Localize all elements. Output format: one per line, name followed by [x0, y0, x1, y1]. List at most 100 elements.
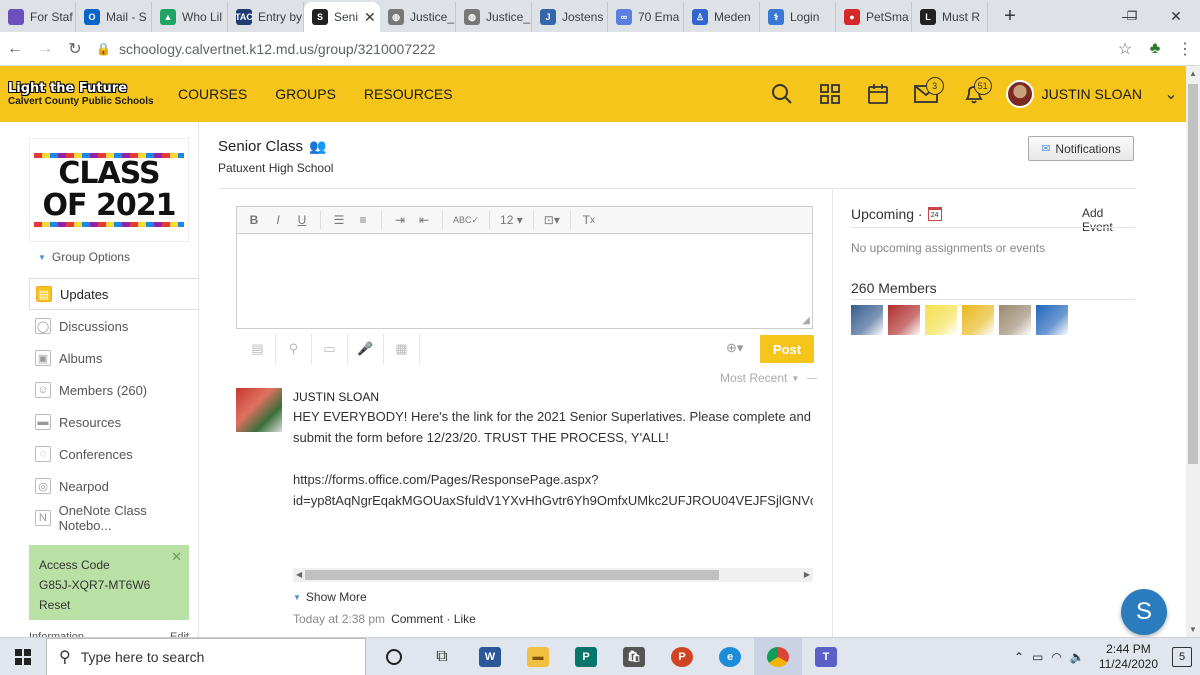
- post-text-area[interactable]: [237, 234, 812, 328]
- sidebar-item-members[interactable]: ☺ Members (260): [29, 374, 199, 406]
- notifications-button[interactable]: ✉ Notifications: [1028, 136, 1134, 161]
- browser-tab[interactable]: ⚕ Login: [760, 2, 836, 32]
- reset-access-code-link[interactable]: Reset: [39, 595, 179, 615]
- apps-grid-icon[interactable]: [806, 66, 854, 122]
- page-vertical-scrollbar[interactable]: ▲ ▼: [1186, 66, 1200, 637]
- browser-tab[interactable]: ● PetSma: [836, 2, 912, 32]
- bookmark-star-icon[interactable]: ☆: [1110, 34, 1140, 64]
- new-tab-button[interactable]: +: [996, 2, 1024, 30]
- battery-icon[interactable]: ▭: [1032, 650, 1043, 664]
- member-avatar[interactable]: [999, 305, 1031, 335]
- task-view-icon[interactable]: ⧉: [418, 638, 466, 675]
- attach-document-icon[interactable]: ▦: [384, 334, 420, 364]
- browser-tab[interactable]: ∞ 70 Ema: [608, 2, 684, 32]
- calendar-icon[interactable]: [854, 66, 902, 122]
- emoji-picker-icon[interactable]: ⊕▾: [726, 340, 743, 356]
- nav-courses[interactable]: COURSES: [178, 86, 247, 102]
- browser-tab[interactable]: ▲ Who Lil: [152, 2, 228, 32]
- members-heading[interactable]: 260 Members: [851, 280, 937, 296]
- sidebar-item-albums[interactable]: ▣ Albums: [29, 342, 199, 374]
- post-author-avatar[interactable]: [236, 388, 282, 432]
- file-explorer-icon[interactable]: ▬: [514, 638, 562, 675]
- scrollbar-thumb[interactable]: [1188, 84, 1198, 464]
- clear-formatting-icon[interactable]: Tx: [578, 210, 600, 230]
- nav-resources[interactable]: RESOURCES: [364, 86, 453, 102]
- browser-menu-icon[interactable]: ⋮: [1170, 34, 1200, 64]
- browser-tab[interactable]: ♙ Meden: [684, 2, 760, 32]
- user-name[interactable]: JUSTIN SLOAN: [1042, 86, 1142, 102]
- group-picture[interactable]: CLASS OF 2021: [29, 138, 189, 242]
- volume-icon[interactable]: 🔈: [1070, 650, 1085, 664]
- spellcheck-icon[interactable]: ABC✓: [450, 210, 482, 230]
- sidebar-item-resources[interactable]: ▬ Resources: [29, 406, 199, 438]
- taskbar-clock[interactable]: 2:44 PM 11/24/2020: [1099, 642, 1158, 672]
- sidebar-item-nearpod[interactable]: ◎ Nearpod: [29, 470, 199, 502]
- url-field[interactable]: 🔒 schoology.calvertnet.k12.md.us/group/3…: [96, 36, 1102, 62]
- chrome-icon[interactable]: [754, 637, 802, 675]
- italic-button[interactable]: I: [267, 210, 289, 230]
- underline-button[interactable]: U: [291, 210, 313, 230]
- member-avatar[interactable]: [962, 305, 994, 335]
- scroll-right-arrow-icon[interactable]: ▶: [804, 568, 810, 582]
- browser-tab[interactable]: ◍ Justice_: [380, 2, 456, 32]
- chevron-down-icon[interactable]: ⌄: [1156, 66, 1186, 122]
- powerpoint-icon[interactable]: P: [658, 638, 706, 675]
- edge-icon[interactable]: e: [706, 638, 754, 675]
- search-icon[interactable]: [758, 66, 806, 122]
- browser-tab[interactable]: TAC Entry by: [228, 2, 304, 32]
- maximize-button[interactable]: ❐: [1112, 0, 1152, 32]
- close-tab-icon[interactable]: ✕: [364, 9, 376, 26]
- browser-tab[interactable]: S Seni ✕: [304, 2, 380, 32]
- calendar-icon[interactable]: 24: [927, 207, 942, 221]
- browser-tab[interactable]: O Mail - S: [76, 2, 152, 32]
- close-window-button[interactable]: ✕: [1152, 0, 1200, 32]
- attach-file-icon[interactable]: ▤: [240, 334, 276, 364]
- bullet-list-icon[interactable]: ☰: [328, 210, 350, 230]
- word-icon[interactable]: W: [466, 638, 514, 675]
- comment-link[interactable]: Comment: [391, 612, 443, 626]
- indent-icon[interactable]: ⇥: [389, 210, 411, 230]
- cortana-icon[interactable]: [370, 638, 418, 675]
- numbered-list-icon[interactable]: ≡: [352, 210, 374, 230]
- close-icon[interactable]: ✕: [171, 549, 182, 565]
- forward-button[interactable]: →: [30, 34, 60, 64]
- member-avatar[interactable]: [888, 305, 920, 335]
- member-avatar[interactable]: [1036, 305, 1068, 335]
- notifications-bell-icon[interactable]: 51: [950, 66, 998, 122]
- attach-resource-icon[interactable]: ▭: [312, 334, 348, 364]
- outdent-icon[interactable]: ⇤: [413, 210, 435, 230]
- scroll-up-arrow-icon[interactable]: ▲: [1189, 69, 1197, 78]
- browser-tab[interactable]: L Must R: [912, 2, 988, 32]
- record-audio-icon[interactable]: 🎤: [348, 334, 384, 364]
- bold-button[interactable]: B: [243, 210, 265, 230]
- member-avatar[interactable]: [851, 305, 883, 335]
- wifi-icon[interactable]: ◠: [1051, 650, 1061, 664]
- post-horizontal-scrollbar[interactable]: ◀ ▶: [293, 568, 813, 582]
- scroll-down-arrow-icon[interactable]: ▼: [1189, 625, 1197, 634]
- insert-content-icon[interactable]: ⊡▾: [541, 210, 563, 230]
- back-button[interactable]: ←: [0, 34, 30, 64]
- scrollbar-thumb[interactable]: [305, 570, 719, 580]
- show-more-toggle[interactable]: ▼ Show More: [293, 590, 367, 604]
- post-link[interactable]: https://forms.office.com/Pages/ResponseP…: [293, 469, 813, 511]
- chevron-up-icon[interactable]: ⌃: [1014, 650, 1024, 664]
- action-center-icon[interactable]: 5: [1172, 647, 1192, 667]
- messages-icon[interactable]: 3: [902, 66, 950, 122]
- sidebar-item-discussions[interactable]: ◯ Discussions: [29, 310, 199, 342]
- font-size-select[interactable]: 12 ▾: [497, 210, 526, 230]
- sort-dropdown[interactable]: Most Recent ▼: [720, 371, 818, 385]
- resize-handle-icon[interactable]: ◢: [802, 315, 810, 326]
- district-logo[interactable]: Light the Future Calvert County Public S…: [8, 74, 168, 114]
- post-button[interactable]: Post: [760, 335, 814, 363]
- schoology-assistant-button[interactable]: S: [1121, 589, 1167, 635]
- sidebar-item-updates[interactable]: ▤ Updates: [29, 278, 199, 310]
- user-avatar[interactable]: [1005, 80, 1034, 108]
- sidebar-item-onenote[interactable]: N OneNote Class Notebo...: [29, 502, 199, 534]
- attach-link-icon[interactable]: ⚲: [276, 334, 312, 364]
- browser-tab[interactable]: ◍ Justice_: [456, 2, 532, 32]
- browser-tab[interactable]: For Staf: [0, 2, 76, 32]
- member-avatar[interactable]: [925, 305, 957, 335]
- nav-groups[interactable]: GROUPS: [275, 86, 336, 102]
- group-options-toggle[interactable]: ▼ Group Options: [38, 250, 130, 264]
- like-link[interactable]: Like: [454, 612, 476, 626]
